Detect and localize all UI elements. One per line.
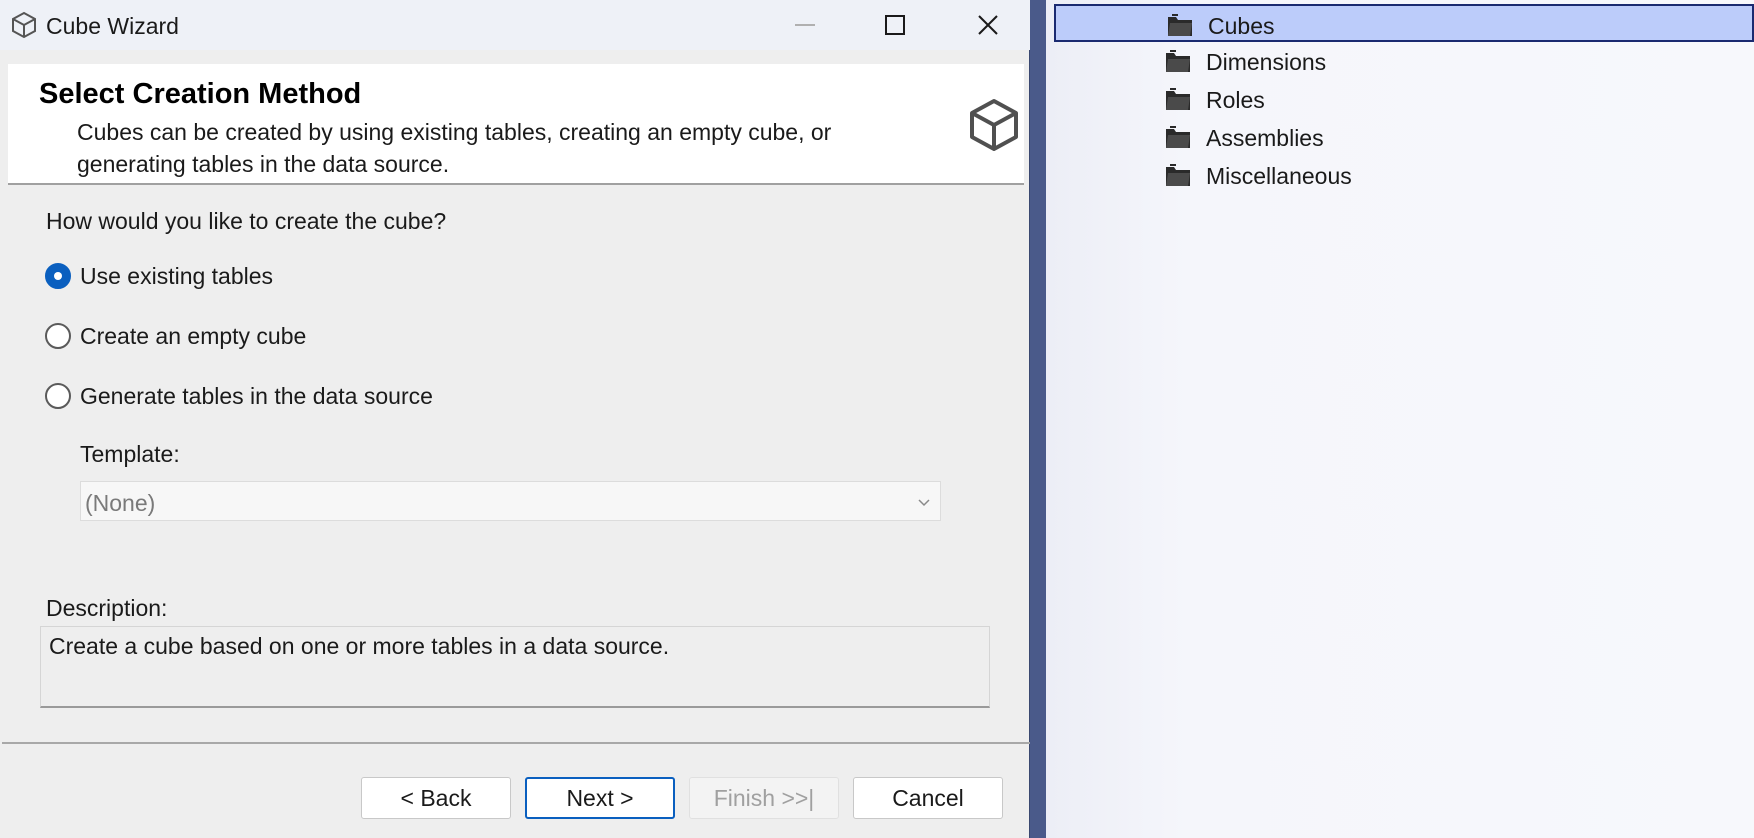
tree-item-dimensions[interactable]: Dimensions bbox=[1054, 42, 1754, 80]
option-label: Generate tables in the data source bbox=[80, 382, 433, 409]
tree-item-label: Dimensions bbox=[1206, 49, 1327, 75]
close-icon bbox=[978, 15, 998, 35]
title-bar[interactable]: Cube Wizard bbox=[0, 0, 1030, 50]
option-use-existing-tables[interactable]: Use existing tables bbox=[45, 261, 273, 291]
description-text: Create a cube based on one or more table… bbox=[49, 633, 670, 659]
folder-icon bbox=[1168, 14, 1192, 36]
tree-item-assemblies[interactable]: Assemblies bbox=[1054, 118, 1754, 156]
minimize-icon bbox=[795, 24, 815, 26]
wizard-header: Select Creation Method Cubes can be crea… bbox=[8, 64, 1024, 185]
tree-item-label: Cubes bbox=[1208, 13, 1275, 39]
page-description: Cubes can be created by using existing t… bbox=[77, 119, 832, 177]
maximize-icon bbox=[885, 15, 905, 35]
chevron-down-icon bbox=[918, 499, 930, 507]
option-create-empty-cube[interactable]: Create an empty cube bbox=[45, 321, 306, 351]
finish-button[interactable]: Finish >>| bbox=[689, 777, 839, 819]
close-button[interactable] bbox=[948, 0, 1028, 50]
radio-use-existing-tables[interactable] bbox=[45, 263, 71, 289]
tree-item-miscellaneous[interactable]: Miscellaneous bbox=[1054, 156, 1754, 194]
radio-create-empty-cube[interactable] bbox=[45, 323, 71, 349]
cube-icon bbox=[970, 99, 1018, 151]
back-button[interactable]: < Back bbox=[361, 777, 511, 819]
tree-item-label: Miscellaneous bbox=[1206, 163, 1352, 189]
template-value: (None) bbox=[85, 490, 156, 516]
folder-icon bbox=[1166, 50, 1190, 72]
tree-item-label: Roles bbox=[1206, 87, 1265, 113]
option-label: Create an empty cube bbox=[80, 322, 307, 349]
creation-question: How would you like to create the cube? bbox=[46, 208, 447, 234]
folder-icon bbox=[1166, 126, 1190, 148]
window-title: Cube Wizard bbox=[46, 13, 179, 39]
template-dropdown[interactable]: (None) bbox=[80, 481, 941, 521]
tree-item-roles[interactable]: Roles bbox=[1054, 80, 1754, 118]
page-title: Select Creation Method bbox=[39, 78, 362, 110]
folder-icon bbox=[1166, 164, 1190, 186]
next-button[interactable]: Next > bbox=[525, 777, 675, 819]
maximize-button[interactable] bbox=[855, 0, 935, 50]
template-label: Template: bbox=[80, 441, 180, 467]
option-generate-tables[interactable]: Generate tables in the data source bbox=[45, 381, 433, 411]
radio-generate-tables[interactable] bbox=[45, 383, 71, 409]
solution-explorer-panel: Cubes Dimensions Roles Assemblies Miscel… bbox=[1038, 0, 1754, 838]
tree-item-cubes[interactable]: Cubes bbox=[1054, 4, 1754, 42]
option-label: Use existing tables bbox=[80, 262, 274, 289]
cube-icon bbox=[12, 11, 36, 39]
screen: Cube Wizard Select Creation Method Cubes… bbox=[0, 0, 1754, 838]
description-box: Create a cube based on one or more table… bbox=[40, 626, 990, 708]
tree-item-label: Assemblies bbox=[1206, 125, 1324, 151]
cancel-button[interactable]: Cancel bbox=[853, 777, 1003, 819]
description-label: Description: bbox=[46, 595, 168, 621]
cube-wizard-window: Cube Wizard Select Creation Method Cubes… bbox=[0, 0, 1030, 838]
minimize-button[interactable] bbox=[765, 0, 845, 50]
folder-icon bbox=[1166, 88, 1190, 110]
footer-divider bbox=[2, 742, 1030, 744]
